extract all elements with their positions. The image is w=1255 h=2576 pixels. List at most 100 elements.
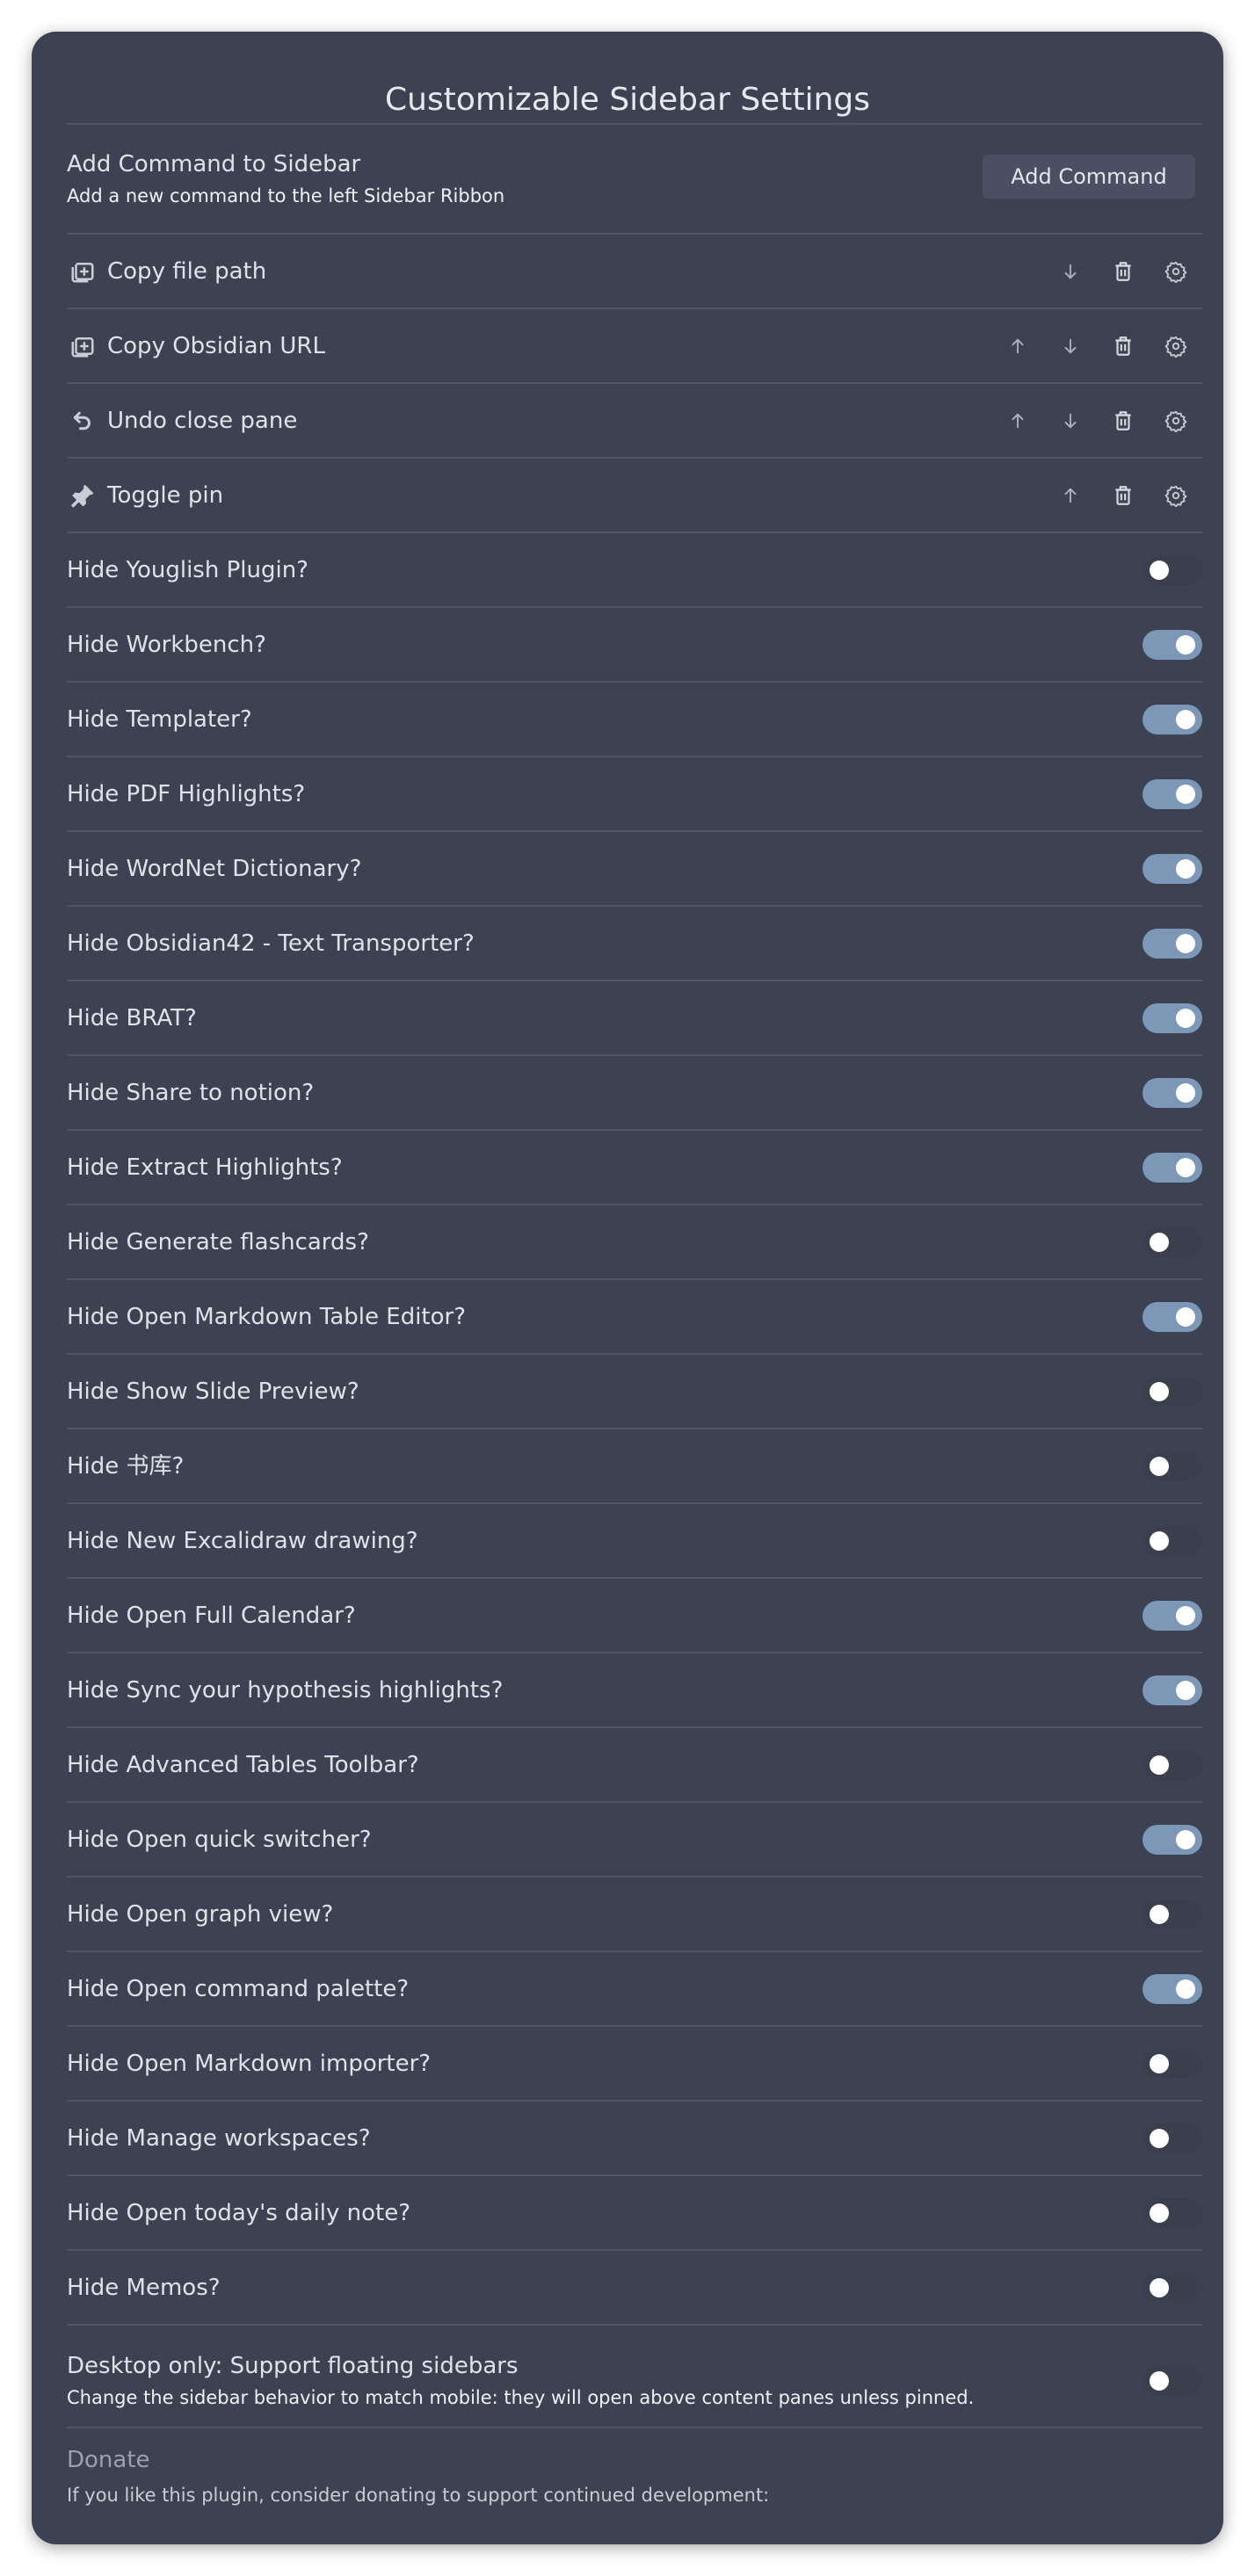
toggle-knob — [1150, 1904, 1169, 1924]
gear-icon[interactable] — [1150, 320, 1202, 373]
toggle-setting-label: Hide PDF Highlights? — [67, 780, 306, 807]
toggle-setting-label: Hide Templater? — [67, 706, 252, 733]
add-command-setting: Add Command to Sidebar Add a new command… — [67, 123, 1202, 233]
toggle-knob — [1150, 2277, 1169, 2297]
toggle-setting-label: Hide Share to notion? — [67, 1079, 315, 1106]
arrow-down-icon[interactable] — [1044, 394, 1097, 447]
hide-toggle[interactable] — [1143, 778, 1202, 809]
command-label: Toggle pin — [107, 481, 224, 509]
toggle-setting-label: Hide Open quick switcher? — [67, 1826, 372, 1853]
toggle-setting-label: Hide New Excalidraw drawing? — [67, 1527, 418, 1554]
hide-toggle[interactable] — [1143, 1899, 1202, 1929]
toggle-setting-row: Hide Open graph view? — [67, 1876, 1202, 1950]
toggle-setting-row: Hide Open Markdown importer? — [67, 2025, 1202, 2100]
trash-icon[interactable] — [1097, 320, 1150, 373]
toggle-setting-label: Hide Advanced Tables Toolbar? — [67, 1751, 419, 1778]
toggle-setting-row: Hide Generate flashcards? — [67, 1204, 1202, 1278]
toggle-knob — [1176, 634, 1195, 655]
file-plus-icon — [67, 256, 98, 287]
hide-toggle[interactable] — [1143, 1376, 1202, 1407]
arrow-down-icon[interactable] — [1044, 245, 1097, 298]
toggle-setting-row: Hide Extract Highlights? — [67, 1129, 1202, 1204]
arrow-down-icon[interactable] — [1044, 320, 1097, 373]
toggle-setting-label: Hide Obsidian42 - Text Transporter? — [67, 930, 475, 957]
hide-toggle[interactable] — [1143, 2272, 1202, 2303]
hide-toggle[interactable] — [1143, 853, 1202, 884]
toggle-setting-label: Hide Open graph view? — [67, 1900, 334, 1928]
trash-icon[interactable] — [1097, 469, 1150, 522]
hide-toggle[interactable] — [1143, 2123, 1202, 2153]
arrow-up-icon[interactable] — [1044, 469, 1097, 522]
toggle-setting-label: Hide Manage workspaces? — [67, 2124, 371, 2152]
toggle-setting-label: Hide Extract Highlights? — [67, 1154, 343, 1181]
hide-toggle[interactable] — [1143, 1451, 1202, 1481]
toggle-setting-row: Hide Open quick switcher? — [67, 1801, 1202, 1876]
arrow-up-icon[interactable] — [991, 320, 1044, 373]
command-row: Toggle pin — [67, 457, 1202, 532]
gear-icon[interactable] — [1150, 245, 1202, 298]
hide-toggle[interactable] — [1143, 1301, 1202, 1332]
hide-toggle[interactable] — [1143, 554, 1202, 585]
toggle-setting-label: Hide Show Slide Preview? — [67, 1378, 359, 1405]
hide-toggle[interactable] — [1143, 704, 1202, 734]
toggle-setting-label: Hide WordNet Dictionary? — [67, 855, 362, 882]
hide-toggle[interactable] — [1143, 1675, 1202, 1705]
hide-toggle[interactable] — [1143, 1749, 1202, 1780]
command-actions — [1044, 459, 1202, 532]
toggle-knob — [1150, 2128, 1169, 2148]
floating-sidebar-description: Change the sidebar behavior to match mob… — [67, 2386, 975, 2408]
hide-toggle[interactable] — [1143, 928, 1202, 959]
add-command-button[interactable]: Add Command — [983, 155, 1195, 199]
toggle-knob — [1176, 858, 1195, 879]
settings-content: Add Command to Sidebar Add a new command… — [67, 123, 1202, 2435]
gear-icon[interactable] — [1150, 469, 1202, 522]
toggle-setting-label: Hide Open Markdown Table Editor? — [67, 1303, 467, 1330]
toggle-knob — [1150, 1232, 1169, 1252]
toggle-setting-row: Hide Manage workspaces? — [67, 2100, 1202, 2174]
hide-toggle[interactable] — [1143, 1824, 1202, 1855]
add-command-description: Add a new command to the left Sidebar Ri… — [67, 185, 505, 206]
hide-toggle[interactable] — [1143, 1973, 1202, 2004]
toggle-setting-label: Hide Open Full Calendar? — [67, 1602, 356, 1629]
hide-toggle[interactable] — [1143, 629, 1202, 660]
hide-toggle[interactable] — [1143, 1152, 1202, 1183]
hide-toggle[interactable] — [1143, 1002, 1202, 1033]
gear-icon[interactable] — [1150, 394, 1202, 447]
toggle-setting-row: Hide Obsidian42 - Text Transporter? — [67, 905, 1202, 980]
command-label: Copy file path — [107, 257, 267, 285]
toggle-knob — [1176, 709, 1195, 729]
floating-sidebar-toggle[interactable] — [1143, 2365, 1202, 2396]
command-row: Copy file path — [67, 233, 1202, 308]
toggle-knob — [1150, 2370, 1169, 2391]
settings-modal: Customizable Sidebar Settings Add Comman… — [32, 32, 1223, 2544]
toggle-setting-row: Hide Memos? — [67, 2249, 1202, 2324]
toggle-setting-row: Hide Workbench? — [67, 606, 1202, 681]
toggle-knob — [1150, 2053, 1169, 2073]
toggle-setting-label: Hide Workbench? — [67, 631, 266, 658]
toggle-setting-row: Hide 书库? — [67, 1428, 1202, 1502]
floating-sidebar-setting: Desktop only: Support floating sidebars … — [67, 2324, 1202, 2435]
toggle-setting-row: Hide Sync your hypothesis highlights? — [67, 1652, 1202, 1726]
toggle-knob — [1150, 560, 1169, 580]
hide-toggle[interactable] — [1143, 1600, 1202, 1631]
hide-toggle[interactable] — [1143, 1077, 1202, 1108]
modal-title: Customizable Sidebar Settings — [385, 82, 870, 118]
toggle-setting-label: Hide Open Markdown importer? — [67, 2050, 432, 2077]
hide-toggle[interactable] — [1143, 2197, 1202, 2228]
hide-toggle[interactable] — [1143, 1525, 1202, 1556]
command-label: Copy Obsidian URL — [107, 332, 325, 359]
hide-toggle[interactable] — [1143, 1226, 1202, 1257]
trash-icon[interactable] — [1097, 394, 1150, 447]
add-command-name: Add Command to Sidebar — [67, 150, 361, 177]
arrow-up-icon[interactable] — [991, 394, 1044, 447]
command-actions — [991, 384, 1202, 457]
toggle-knob — [1150, 1530, 1169, 1551]
trash-icon[interactable] — [1097, 245, 1150, 298]
toggle-setting-label: Hide BRAT? — [67, 1004, 197, 1031]
toggle-setting-row: Hide Open Markdown Table Editor? — [67, 1278, 1202, 1353]
command-label: Undo close pane — [107, 407, 298, 434]
hide-toggle[interactable] — [1143, 2048, 1202, 2079]
toggle-setting-label: Hide Youglish Plugin? — [67, 556, 308, 583]
toggle-knob — [1176, 1979, 1195, 1999]
toggle-setting-label: Hide Sync your hypothesis highlights? — [67, 1676, 504, 1704]
